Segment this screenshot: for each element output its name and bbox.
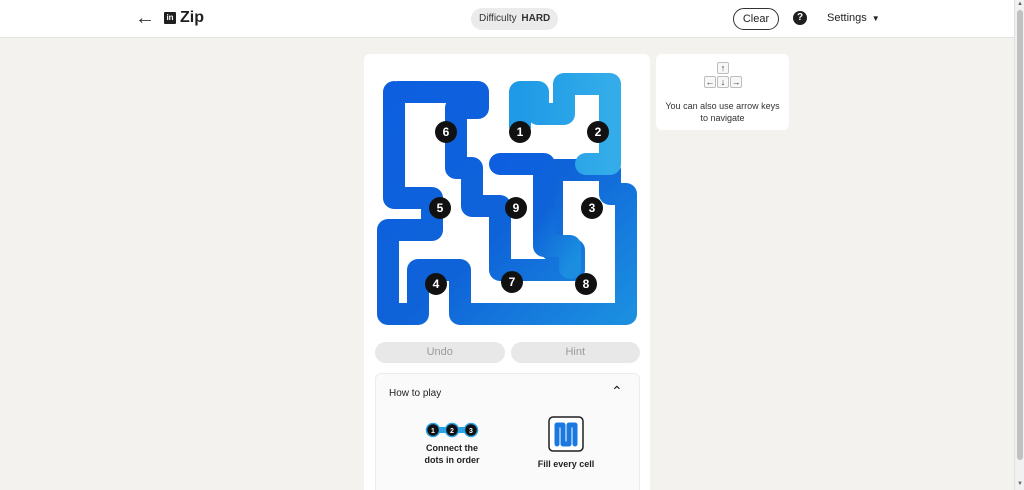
scroll-up-icon[interactable]: ▲: [1017, 1, 1023, 7]
board-dot-8[interactable]: 8: [575, 273, 597, 295]
board-dot-3[interactable]: 3: [581, 197, 603, 219]
scroll-down-icon[interactable]: ▼: [1017, 481, 1023, 487]
arrow-right-key-icon: →: [730, 76, 742, 88]
settings-label: Settings: [827, 12, 867, 24]
rule-fill-cells: Fill every cell: [526, 416, 606, 470]
settings-menu[interactable]: Settings ▼: [827, 12, 880, 24]
chevron-up-icon[interactable]: ⌃: [611, 383, 623, 400]
undo-button[interactable]: Undo: [375, 342, 505, 363]
dot-number: 5: [437, 201, 444, 215]
dot-number: 8: [583, 277, 590, 291]
tip-text: You can also use arrow keys to navigate: [665, 101, 780, 123]
rule-fill-text: Fill every cell: [537, 459, 595, 469]
how-to-play-title: How to play: [389, 388, 442, 399]
help-icon[interactable]: ?: [793, 11, 807, 25]
difficulty-value: HARD: [521, 13, 551, 24]
dot-number: 9: [513, 201, 520, 215]
brand[interactable]: in Zip: [164, 9, 204, 27]
arrow-keys-icon: ↑ ← ↓ →: [702, 62, 744, 92]
game-panel: 1 2 3 4 5 6 7 8 9 Undo Hint How to play ⌃ 1 2 3 …: [364, 54, 650, 490]
hint-button[interactable]: Hint: [510, 342, 640, 363]
fill-grid-icon: [548, 416, 584, 452]
dot-number: 3: [589, 201, 596, 215]
board-dot-5[interactable]: 5: [429, 197, 451, 219]
top-bar: ← in Zip Difficulty HARD Clear ? Setting…: [0, 0, 1014, 38]
board-dot-7[interactable]: 7: [501, 271, 523, 293]
connect-dots-icon: 1 2 3: [425, 422, 479, 438]
dot-number: 7: [509, 275, 516, 289]
zip-board[interactable]: 1 2 3 4 5 6 7 8 9: [374, 64, 640, 330]
page-scrollbar[interactable]: ▲ ▼: [1014, 0, 1024, 490]
board-dot-1[interactable]: 1: [509, 121, 531, 143]
board-dot-6[interactable]: 6: [435, 121, 457, 143]
arrow-keys-tip: ↑ ← ↓ → You can also use arrow keys to n…: [656, 54, 789, 130]
linkedin-logo-icon: in: [164, 12, 176, 24]
clear-button[interactable]: Clear: [733, 8, 779, 30]
svg-text:1: 1: [431, 428, 435, 435]
arrow-up-key-icon: ↑: [717, 62, 729, 74]
svg-text:3: 3: [469, 428, 473, 435]
arrow-left-key-icon: ←: [704, 76, 716, 88]
rule-connect-dots: 1 2 3 Connect the dots in order: [416, 422, 488, 466]
how-to-play-section: How to play ⌃ 1 2 3 Connect the dots in …: [375, 373, 640, 490]
dot-number: 6: [443, 125, 450, 139]
caret-down-icon: ▼: [871, 13, 880, 23]
dot-number: 4: [433, 277, 440, 291]
dot-number: 2: [595, 125, 602, 139]
board-dot-4[interactable]: 4: [425, 273, 447, 295]
rule-connect-text: Connect the dots in order: [424, 443, 480, 465]
difficulty-label: Difficulty: [479, 13, 517, 24]
difficulty-badge: Difficulty HARD: [471, 8, 559, 30]
board-dot-2[interactable]: 2: [587, 121, 609, 143]
dot-number: 1: [517, 125, 524, 139]
back-arrow-icon[interactable]: ←: [135, 7, 155, 29]
scroll-thumb[interactable]: [1017, 10, 1023, 460]
game-controls: Undo Hint: [375, 342, 640, 363]
svg-text:2: 2: [450, 428, 454, 435]
arrow-down-key-icon: ↓: [717, 76, 729, 88]
board-dot-9[interactable]: 9: [505, 197, 527, 219]
app-title: Zip: [180, 9, 204, 26]
